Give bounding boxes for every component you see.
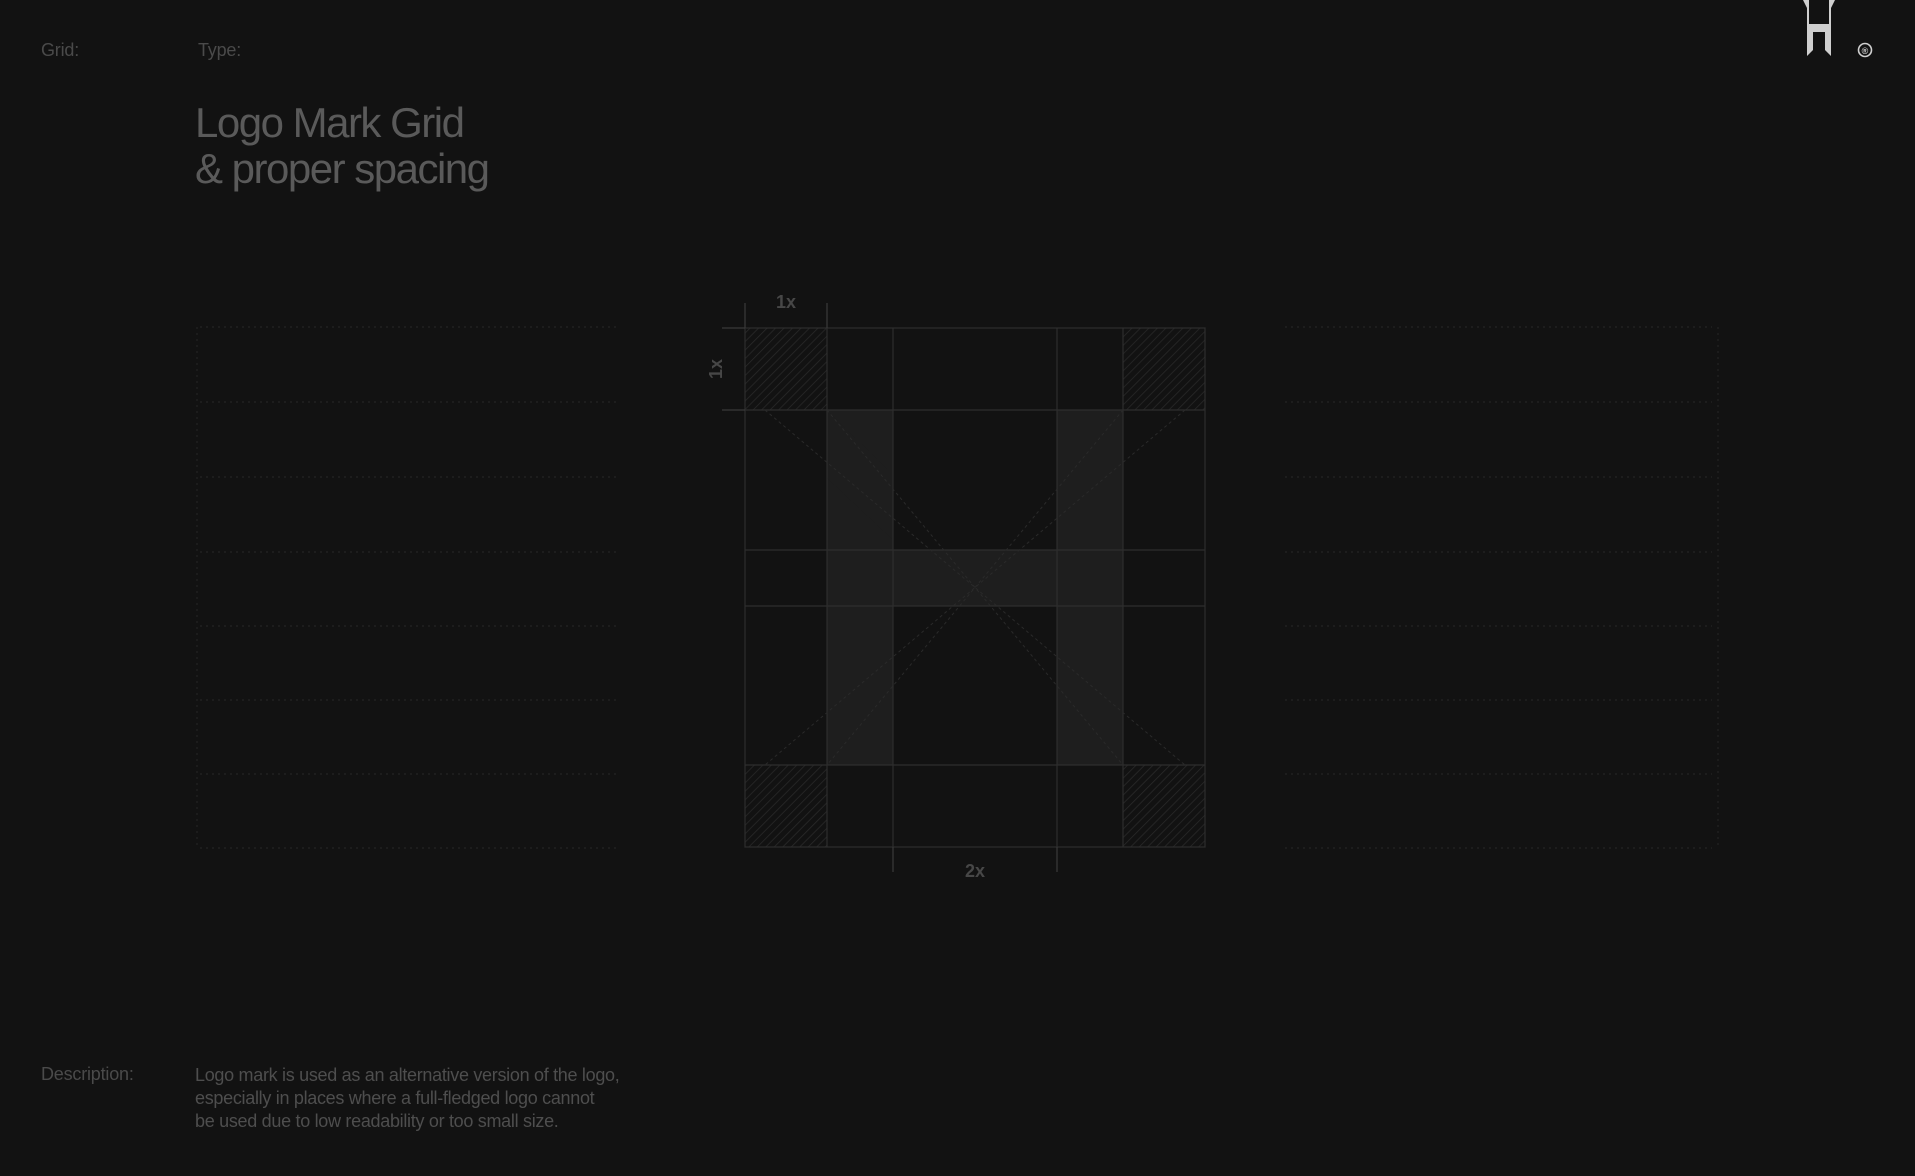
description-line-3: be used due to low readability or too sm…	[195, 1111, 559, 1131]
description-line-2: especially in places where a full-fledge…	[195, 1088, 595, 1108]
description-label: Description:	[41, 1064, 134, 1084]
top-measure-label: 1x	[776, 292, 796, 312]
bottom-measure-label: 2x	[965, 861, 985, 881]
logo-grid-diagram: 1x 1x 2x	[196, 292, 1719, 881]
side-measure-label: 1x	[706, 359, 726, 379]
left-dotted-panel	[196, 326, 620, 849]
description-text: Logo mark is used as an alternative vers…	[195, 1064, 620, 1133]
right-dotted-panel	[1285, 326, 1719, 849]
description-line-1: Logo mark is used as an alternative vers…	[195, 1065, 620, 1085]
